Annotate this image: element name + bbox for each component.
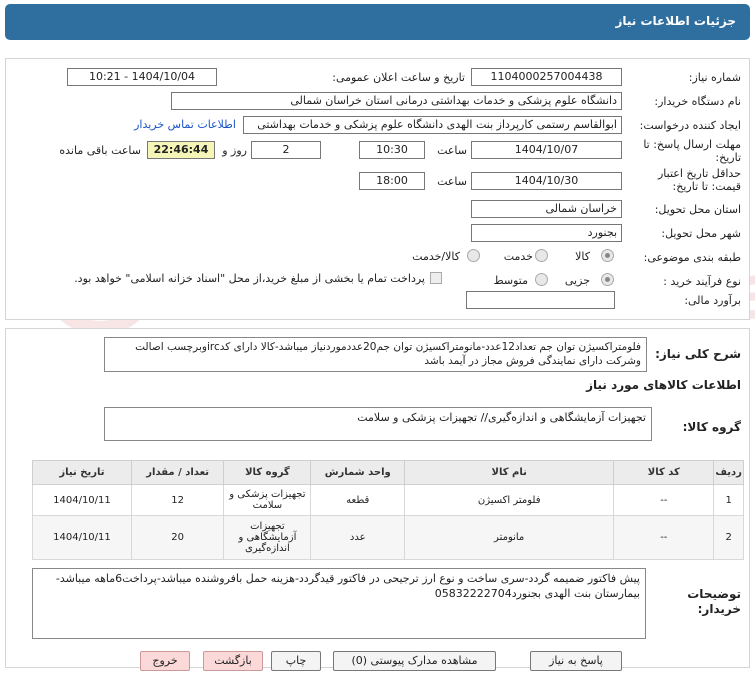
category-goods-service-label: کالا/خدمت <box>412 250 460 263</box>
row-number: 1 <box>713 484 744 516</box>
category-service-radio[interactable] <box>535 249 548 262</box>
creator-label: ایجاد کننده درخواست: <box>639 119 741 132</box>
province-field: خراسان شمالی <box>471 200 622 218</box>
attachments-button[interactable]: مشاهده مدارک پیوستی (0) <box>333 651 496 671</box>
need-number-label: شماره نیاز: <box>688 71 741 84</box>
table-header-row: ردیف کد کالا نام کالا واحد شمارش گروه کا… <box>32 460 744 485</box>
validity-date-field: 1404/10/30 <box>471 172 622 190</box>
item-code: -- <box>613 484 715 516</box>
col-unit: واحد شمارش <box>310 460 405 485</box>
summary-textarea: فلومتراکسیژن توان جم تعداد12عدد-مانومترا… <box>104 337 647 372</box>
item-unit: عدد <box>310 515 405 560</box>
col-quantity: تعداد / مقدار <box>130 460 225 485</box>
table-row[interactable]: 2 -- مانومتر عدد تجهیزات آزمایشگاهی و ان… <box>32 515 744 560</box>
payment-note: پرداخت تمام یا بخشی از مبلغ خرید،از محل … <box>74 272 425 285</box>
buyer-notes-label: توضیحات خریدار: <box>687 587 741 616</box>
item-group: تجهیزات آزمایشگاهی و اندازه‌گیری <box>223 515 312 560</box>
estimate-field <box>466 291 615 309</box>
page-header: جزئیات اطلاعات نیاز <box>5 4 750 40</box>
item-name: مانومتر <box>403 515 615 560</box>
days-label: روز و <box>222 144 247 157</box>
deadline-date-field: 1404/10/07 <box>471 141 622 159</box>
announce-label: تاریخ و ساعت اعلان عمومی: <box>332 71 465 84</box>
validity-label: حداقل تاریخ اعتبار قیمت: تا تاریخ: <box>657 167 741 193</box>
category-label: طبقه بندی موضوعی: <box>643 251 741 264</box>
col-item-code: کد کالا <box>613 460 715 485</box>
city-label: شهر محل تحویل: <box>661 227 741 240</box>
goods-group-label: گروه کالا: <box>682 420 741 434</box>
goods-table: ردیف کد کالا نام کالا واحد شمارش گروه کا… <box>32 460 744 560</box>
item-group: تجهیزات پزشکی و سلامت <box>223 484 312 516</box>
process-label: نوع فرآیند خرید : <box>663 275 741 288</box>
col-need-date: تاریخ نیاز <box>32 460 132 485</box>
creator-field: ابوالقاسم رستمی کارپرداز بنت الهدی دانشگ… <box>243 116 622 134</box>
item-quantity: 20 <box>130 515 225 560</box>
category-goods-service-radio[interactable] <box>467 249 480 262</box>
item-need-date: 1404/10/11 <box>32 484 132 516</box>
col-goods-group: گروه کالا <box>223 460 312 485</box>
goods-info-title: اطلاعات کالاهای مورد نیاز <box>586 378 741 392</box>
validity-time-field: 18:00 <box>359 172 425 190</box>
item-unit: قطعه <box>310 484 405 516</box>
back-button[interactable]: بازگشت <box>203 651 263 671</box>
summary-label: شرح کلی نیاز: <box>655 347 741 361</box>
validity-time-label: ساعت <box>437 175 467 188</box>
goods-group-field: تجهیزات آزمایشگاهی و اندازه‌گیری// تجهیز… <box>104 407 652 441</box>
item-need-date: 1404/10/11 <box>32 515 132 560</box>
deadline-time-label: ساعت <box>437 144 467 157</box>
process-medium-label: متوسط <box>493 274 528 287</box>
print-button[interactable]: چاپ <box>271 651 321 671</box>
category-service-label: خدمت <box>503 250 533 263</box>
col-row-number: ردیف <box>713 460 744 485</box>
estimate-label: برآورد مالی: <box>684 294 741 307</box>
category-goods-radio[interactable] <box>601 249 614 262</box>
buyer-org-label: نام دستگاه خریدار: <box>654 95 741 108</box>
need-number-field: 1104000257004438 <box>471 68 622 86</box>
process-partial-radio[interactable] <box>601 273 614 286</box>
item-quantity: 12 <box>130 484 225 516</box>
deadline-time-field: 10:30 <box>359 141 425 159</box>
buyer-notes-textarea: پیش فاکتور ضمیمه گردد-سری ساخت و نوع ارز… <box>32 568 646 639</box>
province-label: استان محل تحویل: <box>654 203 741 216</box>
contact-info-link[interactable]: اطلاعات تماس خریدار <box>134 118 236 131</box>
buyer-org-field: دانشگاه علوم پزشکی و خدمات بهداشتی درمان… <box>171 92 622 110</box>
page-title: جزئیات اطلاعات نیاز <box>615 14 736 28</box>
remaining-label: ساعت باقی مانده <box>59 144 141 157</box>
category-goods-label: کالا <box>575 250 590 263</box>
deadline-label: مهلت ارسال پاسخ: تا تاریخ: <box>643 138 741 164</box>
process-partial-label: جزیی <box>564 274 590 287</box>
days-field: 2 <box>251 141 321 159</box>
exit-button[interactable]: خروج <box>140 651 190 671</box>
announce-field: 1404/10/04 - 10:21 <box>67 68 217 86</box>
city-field: بجنورد <box>471 224 622 242</box>
item-name: فلومتر اکسیژن <box>403 484 615 516</box>
treasury-payment-checkbox[interactable] <box>430 272 442 284</box>
item-code: -- <box>613 515 715 560</box>
process-medium-radio[interactable] <box>535 273 548 286</box>
table-row[interactable]: 1 -- فلومتر اکسیژن قطعه تجهیزات پزشکی و … <box>32 484 744 516</box>
reply-button[interactable]: پاسخ به نیاز <box>530 651 622 671</box>
row-number: 2 <box>713 515 744 560</box>
remaining-time-field: 22:46:44 <box>147 141 215 159</box>
col-item-name: نام کالا <box>403 460 615 485</box>
